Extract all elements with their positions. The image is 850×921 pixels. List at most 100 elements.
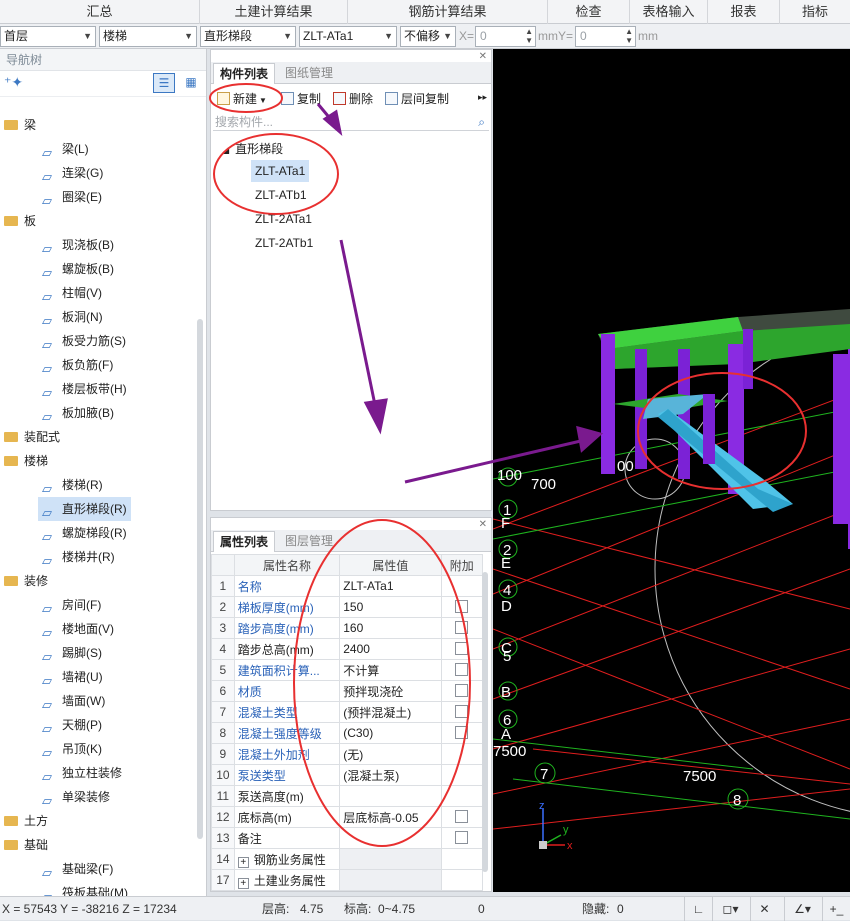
nav-item[interactable]: ▱ 楼梯(R) — [38, 473, 103, 497]
nav-category[interactable]: 土方 — [0, 809, 48, 833]
nav-item[interactable]: ▱ 踢脚(S) — [38, 641, 102, 665]
collapse-triangle-icon[interactable]: ◢ — [223, 146, 229, 155]
nav-item[interactable]: ▱ 直形梯段(R) — [38, 497, 131, 521]
search-icon[interactable]: ⌕ — [478, 113, 485, 131]
nav-item[interactable]: ▱ 天棚(P) — [38, 713, 102, 737]
nav-item[interactable]: ▱ 圈梁(E) — [38, 185, 102, 209]
tab-layer-management[interactable]: 图层管理 — [279, 531, 339, 552]
nav-category[interactable]: 梁 — [0, 113, 36, 137]
3d-model-canvas[interactable]: 1 F 2 E 4 D C 5 B 6 A 7 8 700 7500 7500 … — [493, 49, 850, 892]
property-row[interactable]: 13 备注 — [211, 827, 484, 849]
close-icon[interactable]: ✕ — [479, 51, 487, 62]
tab-rebar-results[interactable]: 钢筋计算结果 — [348, 0, 548, 24]
tree-root-straight-flight[interactable]: ◢ 直形梯段 — [223, 140, 283, 160]
property-value[interactable]: (C30) — [339, 722, 442, 744]
expand-icon[interactable]: + — [237, 877, 249, 889]
property-value[interactable]: 150 — [339, 596, 442, 618]
property-value[interactable]: (混凝土泵) — [339, 764, 442, 786]
nav-item[interactable]: ▱ 墙裙(U) — [38, 665, 103, 689]
property-row[interactable]: 1 名称 ZLT-ATa1 — [211, 575, 484, 597]
property-value[interactable] — [339, 785, 442, 807]
expand-icon[interactable]: + — [237, 856, 249, 868]
property-value[interactable] — [339, 827, 442, 849]
component-search-input[interactable]: 搜索构件... ⌕ — [213, 113, 489, 131]
nav-item[interactable]: ▱ 板受力筋(S) — [38, 329, 126, 353]
nav-item[interactable]: ▱ 连梁(G) — [38, 161, 103, 185]
tab-property-list[interactable]: 属性列表 — [213, 531, 276, 552]
property-row[interactable]: 7 混凝土类型 (预拌混凝土) — [211, 701, 484, 723]
spin-arrows-icon[interactable]: ▲ ▼ — [625, 27, 633, 45]
nav-scrollbar[interactable] — [197, 319, 203, 839]
extra-checkbox[interactable] — [455, 831, 469, 844]
nav-item[interactable]: ▱ 吊顶(K) — [38, 737, 102, 761]
floor-copy-button[interactable]: 层间复制 — [385, 90, 449, 108]
list-view-icon[interactable]: ☰ — [153, 73, 175, 93]
property-row[interactable]: 6 材质 预拌现浇砼 — [211, 680, 484, 702]
cross-icon[interactable]: ✕ — [750, 897, 778, 921]
property-row[interactable]: 4 踏步总高(mm) 2400 — [211, 638, 484, 660]
tab-report[interactable]: 报表 — [708, 0, 780, 24]
nav-item[interactable]: ▱ 螺旋梯段(R) — [38, 521, 127, 545]
tab-drawing-management[interactable]: 图纸管理 — [279, 63, 339, 84]
property-row[interactable]: 10 泵送类型 (混凝土泵) — [211, 764, 484, 786]
nav-item[interactable]: ▱ 板负筋(F) — [38, 353, 113, 377]
spin-arrows-icon[interactable]: ▲ ▼ — [525, 27, 533, 45]
extra-checkbox[interactable] — [455, 600, 469, 613]
add-icon[interactable]: ⁺✦ — [4, 74, 23, 91]
nav-category[interactable]: 基础 — [0, 833, 48, 857]
angle-icon[interactable]: ∠▾ — [784, 897, 820, 921]
property-row[interactable]: 14 + 钢筋业务属性 — [211, 848, 484, 870]
tab-component-list[interactable]: 构件列表 — [213, 63, 276, 84]
nav-item[interactable]: ▱ 楼层板带(H) — [38, 377, 127, 401]
3d-viewport[interactable]: 1 F 2 E 4 D C 5 B 6 A 7 8 700 7500 7500 … — [493, 49, 850, 892]
extra-checkbox[interactable] — [455, 810, 469, 823]
nav-item[interactable]: ▱ 房间(F) — [38, 593, 101, 617]
new-button[interactable]: 新建 ▼ — [217, 90, 267, 108]
tab-indicator[interactable]: 指标 — [780, 0, 850, 24]
y-offset-input[interactable]: 0 ▲ ▼ — [575, 26, 636, 47]
extra-checkbox[interactable] — [455, 726, 469, 739]
nav-item[interactable]: ▱ 现浇板(B) — [38, 233, 114, 257]
property-row[interactable]: 3 踏步高度(mm) 160 — [211, 617, 484, 639]
nav-item[interactable]: ▱ 楼梯井(R) — [38, 545, 115, 569]
nav-item[interactable]: ▱ 基础梁(F) — [38, 857, 113, 881]
extra-checkbox[interactable] — [455, 663, 469, 676]
property-value[interactable] — [339, 848, 442, 870]
extra-checkbox[interactable] — [455, 642, 469, 655]
delete-button[interactable]: 删除 — [333, 90, 373, 108]
property-row[interactable]: 17 + 土建业务属性 — [211, 869, 484, 891]
property-value[interactable]: 层底标高-0.05 — [339, 806, 442, 828]
subtype-select[interactable]: 直形梯段 ▼ — [200, 26, 296, 47]
property-value[interactable]: (预拌混凝土) — [339, 701, 442, 723]
property-row[interactable]: 8 混凝土强度等级 (C30) — [211, 722, 484, 744]
component-item[interactable]: ZLT-2ATb1 — [251, 232, 317, 254]
property-row[interactable]: 11 泵送高度(m) — [211, 785, 484, 807]
nav-item[interactable]: ▱ 独立柱装修 — [38, 761, 122, 785]
component-select[interactable]: ZLT-ATa1 ▼ — [299, 26, 397, 47]
copy-button[interactable]: 复制 — [281, 90, 321, 108]
tab-table-input[interactable]: 表格输入 — [630, 0, 708, 24]
tab-check[interactable]: 检查 — [548, 0, 630, 24]
property-value[interactable]: 2400 — [339, 638, 442, 660]
x-offset-input[interactable]: 0 ▲ ▼ — [475, 26, 536, 47]
nav-item[interactable]: ▱ 板加腋(B) — [38, 401, 114, 425]
property-value[interactable]: 不计算 — [339, 659, 442, 681]
property-row[interactable]: 2 梯板厚度(mm) 150 — [211, 596, 484, 618]
snap-icon[interactable]: ◻▾ — [712, 897, 748, 921]
floor-select[interactable]: 首层 ▼ — [0, 26, 96, 47]
nav-category[interactable]: 板 — [0, 209, 36, 233]
nav-category[interactable]: 装修 — [0, 569, 48, 593]
dynamic-input-icon[interactable]: +_ — [822, 897, 850, 921]
tab-civil-results[interactable]: 土建计算结果 — [200, 0, 348, 24]
property-value[interactable]: 160 — [339, 617, 442, 639]
property-row[interactable]: 9 混凝土外加剂 (无) — [211, 743, 484, 765]
tab-summary[interactable]: 汇总 — [0, 0, 200, 24]
property-row[interactable]: 12 底标高(m) 层底标高-0.05 — [211, 806, 484, 828]
component-item[interactable]: ZLT-ATb1 — [251, 184, 311, 206]
property-row[interactable]: 5 建筑面积计算... 不计算 — [211, 659, 484, 681]
nav-item[interactable]: ▱ 柱帽(V) — [38, 281, 102, 305]
property-scrollbar[interactable] — [482, 572, 488, 872]
close-icon[interactable]: ✕ — [479, 519, 487, 530]
nav-category[interactable]: 装配式 — [0, 425, 60, 449]
component-item[interactable]: ZLT-ATa1 — [251, 160, 310, 182]
